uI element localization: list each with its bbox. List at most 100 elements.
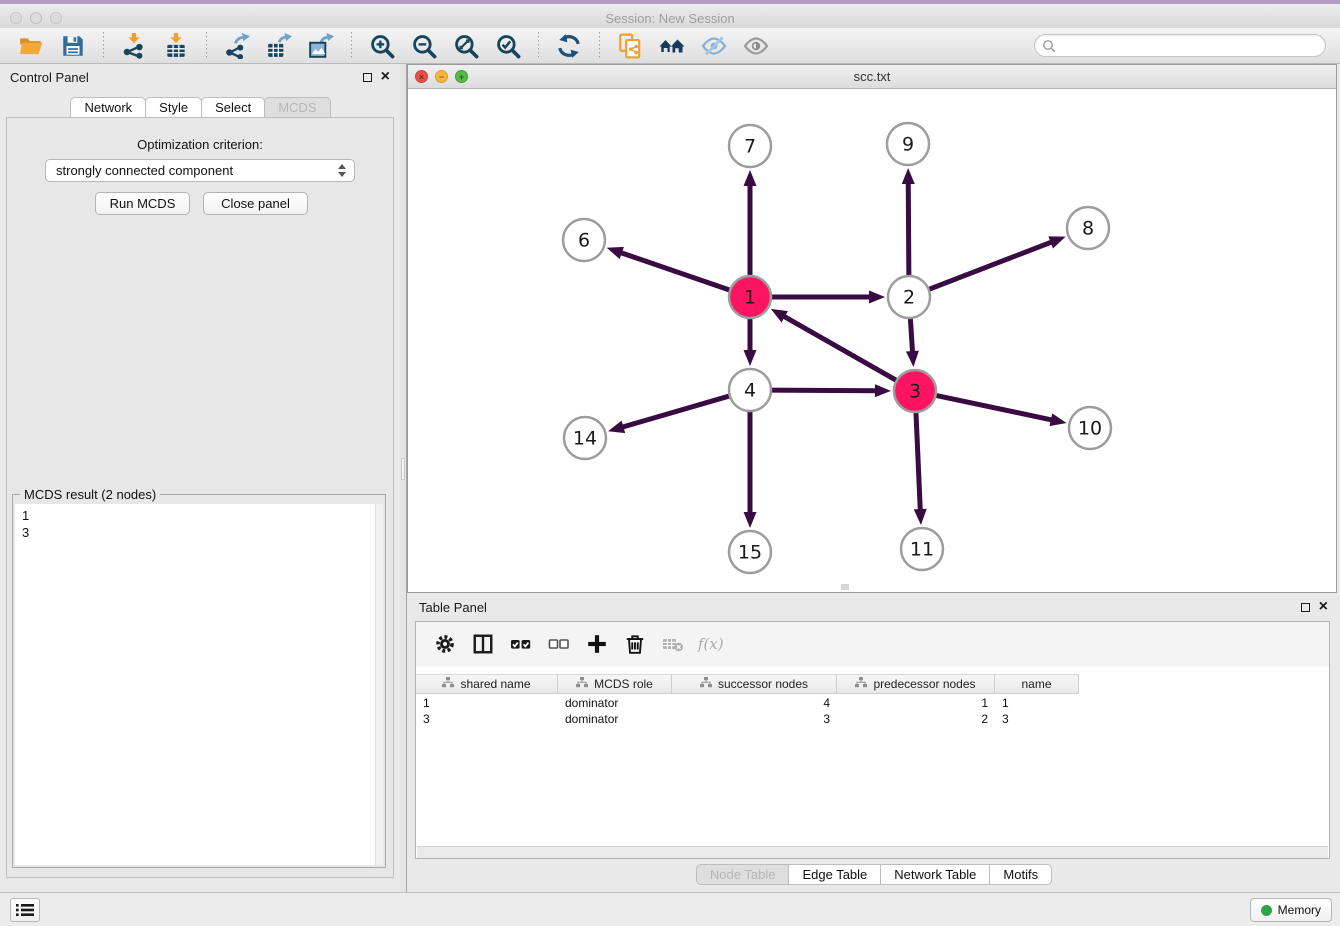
deselect-all-icon[interactable]: [544, 629, 574, 659]
graph-node-2[interactable]: 2: [888, 276, 930, 318]
tab-network[interactable]: Network: [70, 97, 146, 118]
graph-edge-1-2[interactable]: [769, 291, 885, 304]
graph-node-15[interactable]: 15: [729, 531, 771, 573]
settings-gear-icon[interactable]: [430, 629, 460, 659]
close-panel-button[interactable]: Close panel: [203, 192, 308, 215]
table-cell[interactable]: 3: [416, 711, 558, 727]
float-table-panel-icon[interactable]: [1301, 603, 1310, 612]
graph-edge-3-11[interactable]: [914, 410, 927, 525]
table-scroll-strip[interactable]: [417, 846, 1328, 858]
table-row[interactable]: 1dominator411: [416, 695, 1329, 711]
table-panel: Table Panel × f(x) shared nameMCDS roles…: [407, 595, 1340, 892]
column-selector-icon[interactable]: [468, 629, 498, 659]
network-graph[interactable]: 7 9 6 8 1 2 4 3 14 10 15 11: [408, 89, 1336, 592]
tab-network-table[interactable]: Network Table: [880, 864, 990, 885]
graph-node-3[interactable]: 3: [894, 370, 936, 412]
tab-select[interactable]: Select: [201, 97, 265, 118]
memory-label: Memory: [1278, 903, 1321, 917]
tab-mcds[interactable]: MCDS: [264, 97, 330, 118]
column-header-shared-name[interactable]: shared name: [416, 675, 558, 693]
graph-edge-2-8[interactable]: [927, 236, 1066, 290]
tab-edge-table[interactable]: Edge Table: [788, 864, 881, 885]
column-header-predecessor-nodes[interactable]: predecessor nodes: [837, 675, 995, 693]
column-label: predecessor nodes: [873, 677, 975, 691]
import-table-icon[interactable]: [161, 31, 191, 61]
hide-details-icon[interactable]: [699, 31, 729, 61]
column-header-name[interactable]: name: [995, 675, 1079, 693]
save-session-icon[interactable]: [58, 31, 88, 61]
graph-edge-3-10[interactable]: [934, 395, 1067, 426]
graph-node-4[interactable]: 4: [729, 369, 771, 411]
column-header-mcds-role[interactable]: MCDS role: [558, 675, 672, 693]
zoom-fit-icon[interactable]: [451, 31, 481, 61]
add-row-icon[interactable]: [582, 629, 612, 659]
float-panel-icon[interactable]: [363, 73, 372, 82]
show-details-icon[interactable]: [741, 31, 771, 61]
export-table-icon[interactable]: [264, 31, 294, 61]
panel-splitter[interactable]: [400, 64, 407, 892]
table-cell[interactable]: 1: [837, 695, 995, 711]
zoom-out-icon[interactable]: [409, 31, 439, 61]
mcds-result-group: MCDS result (2 nodes) 13: [12, 494, 386, 868]
column-header-successor-nodes[interactable]: successor nodes: [672, 675, 837, 693]
select-stepper-icon: [338, 164, 347, 178]
graph-node-8[interactable]: 8: [1067, 207, 1109, 249]
splitter-handle-icon[interactable]: [401, 458, 405, 480]
table-cell[interactable]: dominator: [558, 695, 672, 711]
memory-button[interactable]: Memory: [1250, 898, 1332, 922]
table-cell[interactable]: 3: [672, 711, 837, 727]
graph-node-7[interactable]: 7: [729, 125, 771, 167]
graph-edge-3-1[interactable]: [771, 309, 899, 382]
close-panel-icon[interactable]: ×: [381, 71, 390, 83]
close-table-panel-icon[interactable]: ×: [1319, 601, 1328, 613]
table-header-row: shared nameMCDS role successor nodes prede…: [416, 674, 1079, 694]
graph-node-14[interactable]: 14: [564, 417, 606, 459]
zoom-in-icon[interactable]: [367, 31, 397, 61]
select-all-icon[interactable]: [506, 629, 536, 659]
home-icon[interactable]: [657, 31, 687, 61]
graph-edge-2-9[interactable]: [902, 168, 915, 278]
column-label: successor nodes: [718, 677, 808, 691]
task-history-button[interactable]: [10, 898, 40, 922]
table-cell[interactable]: dominator: [558, 711, 672, 727]
graph-node-10[interactable]: 10: [1069, 407, 1111, 449]
table-cell[interactable]: 1: [995, 695, 1079, 711]
canvas-scroll-indicator[interactable]: [841, 584, 849, 590]
graph-node-9[interactable]: 9: [887, 123, 929, 165]
graph-edge-4-3[interactable]: [769, 384, 891, 397]
network-canvas[interactable]: 7 9 6 8 1 2 4 3 14 10 15 11: [408, 89, 1336, 592]
graph-edge-4-15[interactable]: [744, 409, 757, 528]
graph-node-label: 10: [1078, 418, 1102, 440]
export-network-icon[interactable]: [222, 31, 252, 61]
graph-edge-1-4[interactable]: [744, 316, 757, 366]
export-image-icon[interactable]: [306, 31, 336, 61]
search-input[interactable]: [1034, 34, 1326, 57]
graph-node-11[interactable]: 11: [901, 528, 943, 570]
graph-edge-1-7[interactable]: [744, 170, 757, 278]
graph-node-6[interactable]: 6: [563, 219, 605, 261]
table-cell[interactable]: 4: [672, 695, 837, 711]
tab-node-table[interactable]: Node Table: [696, 864, 790, 885]
control-panel-title: Control Panel: [10, 70, 89, 85]
copy-share-icon[interactable]: [615, 31, 645, 61]
refresh-layout-icon[interactable]: [554, 31, 584, 61]
criterion-select[interactable]: strongly connected component: [45, 159, 355, 182]
table-cell[interactable]: 3: [995, 711, 1079, 727]
run-mcds-button[interactable]: Run MCDS: [95, 192, 190, 215]
graph-edge-4-14[interactable]: [608, 395, 732, 433]
table-cell[interactable]: 1: [416, 695, 558, 711]
table-cell[interactable]: 2: [837, 711, 995, 727]
table-row[interactable]: 3dominator323: [416, 711, 1329, 727]
tab-style[interactable]: Style: [145, 97, 202, 118]
tab-motifs[interactable]: Motifs: [989, 864, 1052, 885]
mcds-result-line: 3: [22, 524, 376, 541]
zoom-selected-icon[interactable]: [493, 31, 523, 61]
graph-node-1[interactable]: 1: [729, 276, 771, 318]
delete-row-icon[interactable]: [620, 629, 650, 659]
graph-edge-1-6[interactable]: [607, 247, 732, 291]
import-network-icon[interactable]: [119, 31, 149, 61]
open-session-icon[interactable]: [16, 31, 46, 61]
result-scrollbar[interactable]: [375, 504, 383, 865]
mcds-result-area[interactable]: 13: [15, 504, 383, 865]
graph-edge-2-3[interactable]: [906, 316, 919, 367]
